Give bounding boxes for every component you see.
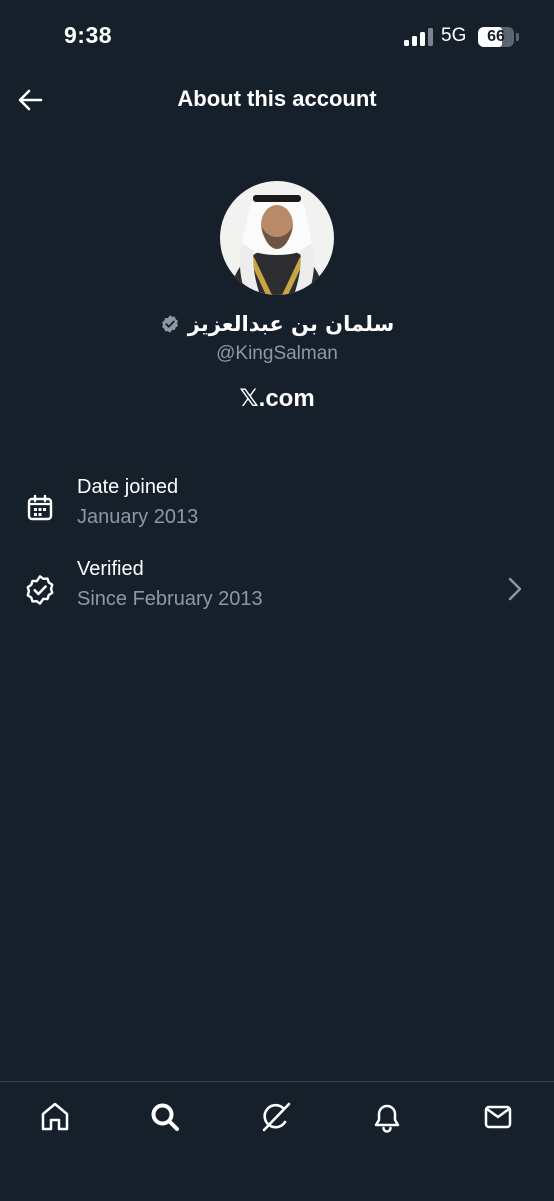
status-time: 9:38 (64, 22, 113, 48)
signal-strength-icon (404, 28, 434, 46)
verified-since-value: Since February 2013 (77, 588, 263, 610)
avatar[interactable] (220, 181, 334, 295)
header: About this account (0, 72, 554, 128)
tab-home[interactable] (33, 1095, 77, 1139)
home-icon (41, 1102, 69, 1131)
battery-tip (516, 33, 519, 41)
date-joined-label: Date joined (77, 476, 179, 498)
messages-mail-icon (484, 1105, 512, 1129)
display-name-row: سلمان بن عبدالعزيز (0, 312, 554, 336)
tab-search[interactable] (143, 1095, 187, 1139)
status-bar: 9:38 5G 66 (0, 0, 554, 72)
search-icon (151, 1103, 179, 1131)
platform-label: 𝕏.com (239, 385, 315, 412)
page-title: About this account (177, 86, 377, 111)
handle: @KingSalman (216, 343, 338, 364)
tab-grok[interactable] (254, 1095, 298, 1139)
grok-icon (262, 1102, 291, 1132)
battery-icon: 66 (478, 27, 514, 47)
verified-row[interactable]: Verified Since February 2013 (0, 556, 554, 620)
calendar-icon (22, 490, 58, 526)
bottom-tab-bar (0, 1081, 554, 1201)
date-joined-value: January 2013 (77, 506, 199, 528)
notifications-bell-icon (374, 1104, 400, 1133)
tab-notifications[interactable] (365, 1095, 409, 1139)
date-joined-row: Date joined January 2013 (0, 474, 554, 538)
tab-messages[interactable] (476, 1095, 520, 1139)
network-type: 5G (441, 25, 467, 46)
display-name: سلمان بن عبدالعزيز (187, 312, 395, 336)
battery-level: 66 (487, 28, 505, 45)
verified-label: Verified (77, 558, 144, 580)
chevron-right-icon (502, 574, 528, 604)
verified-badge-icon (22, 572, 58, 608)
verified-badge-icon (161, 315, 178, 333)
profile-photo (220, 181, 334, 295)
